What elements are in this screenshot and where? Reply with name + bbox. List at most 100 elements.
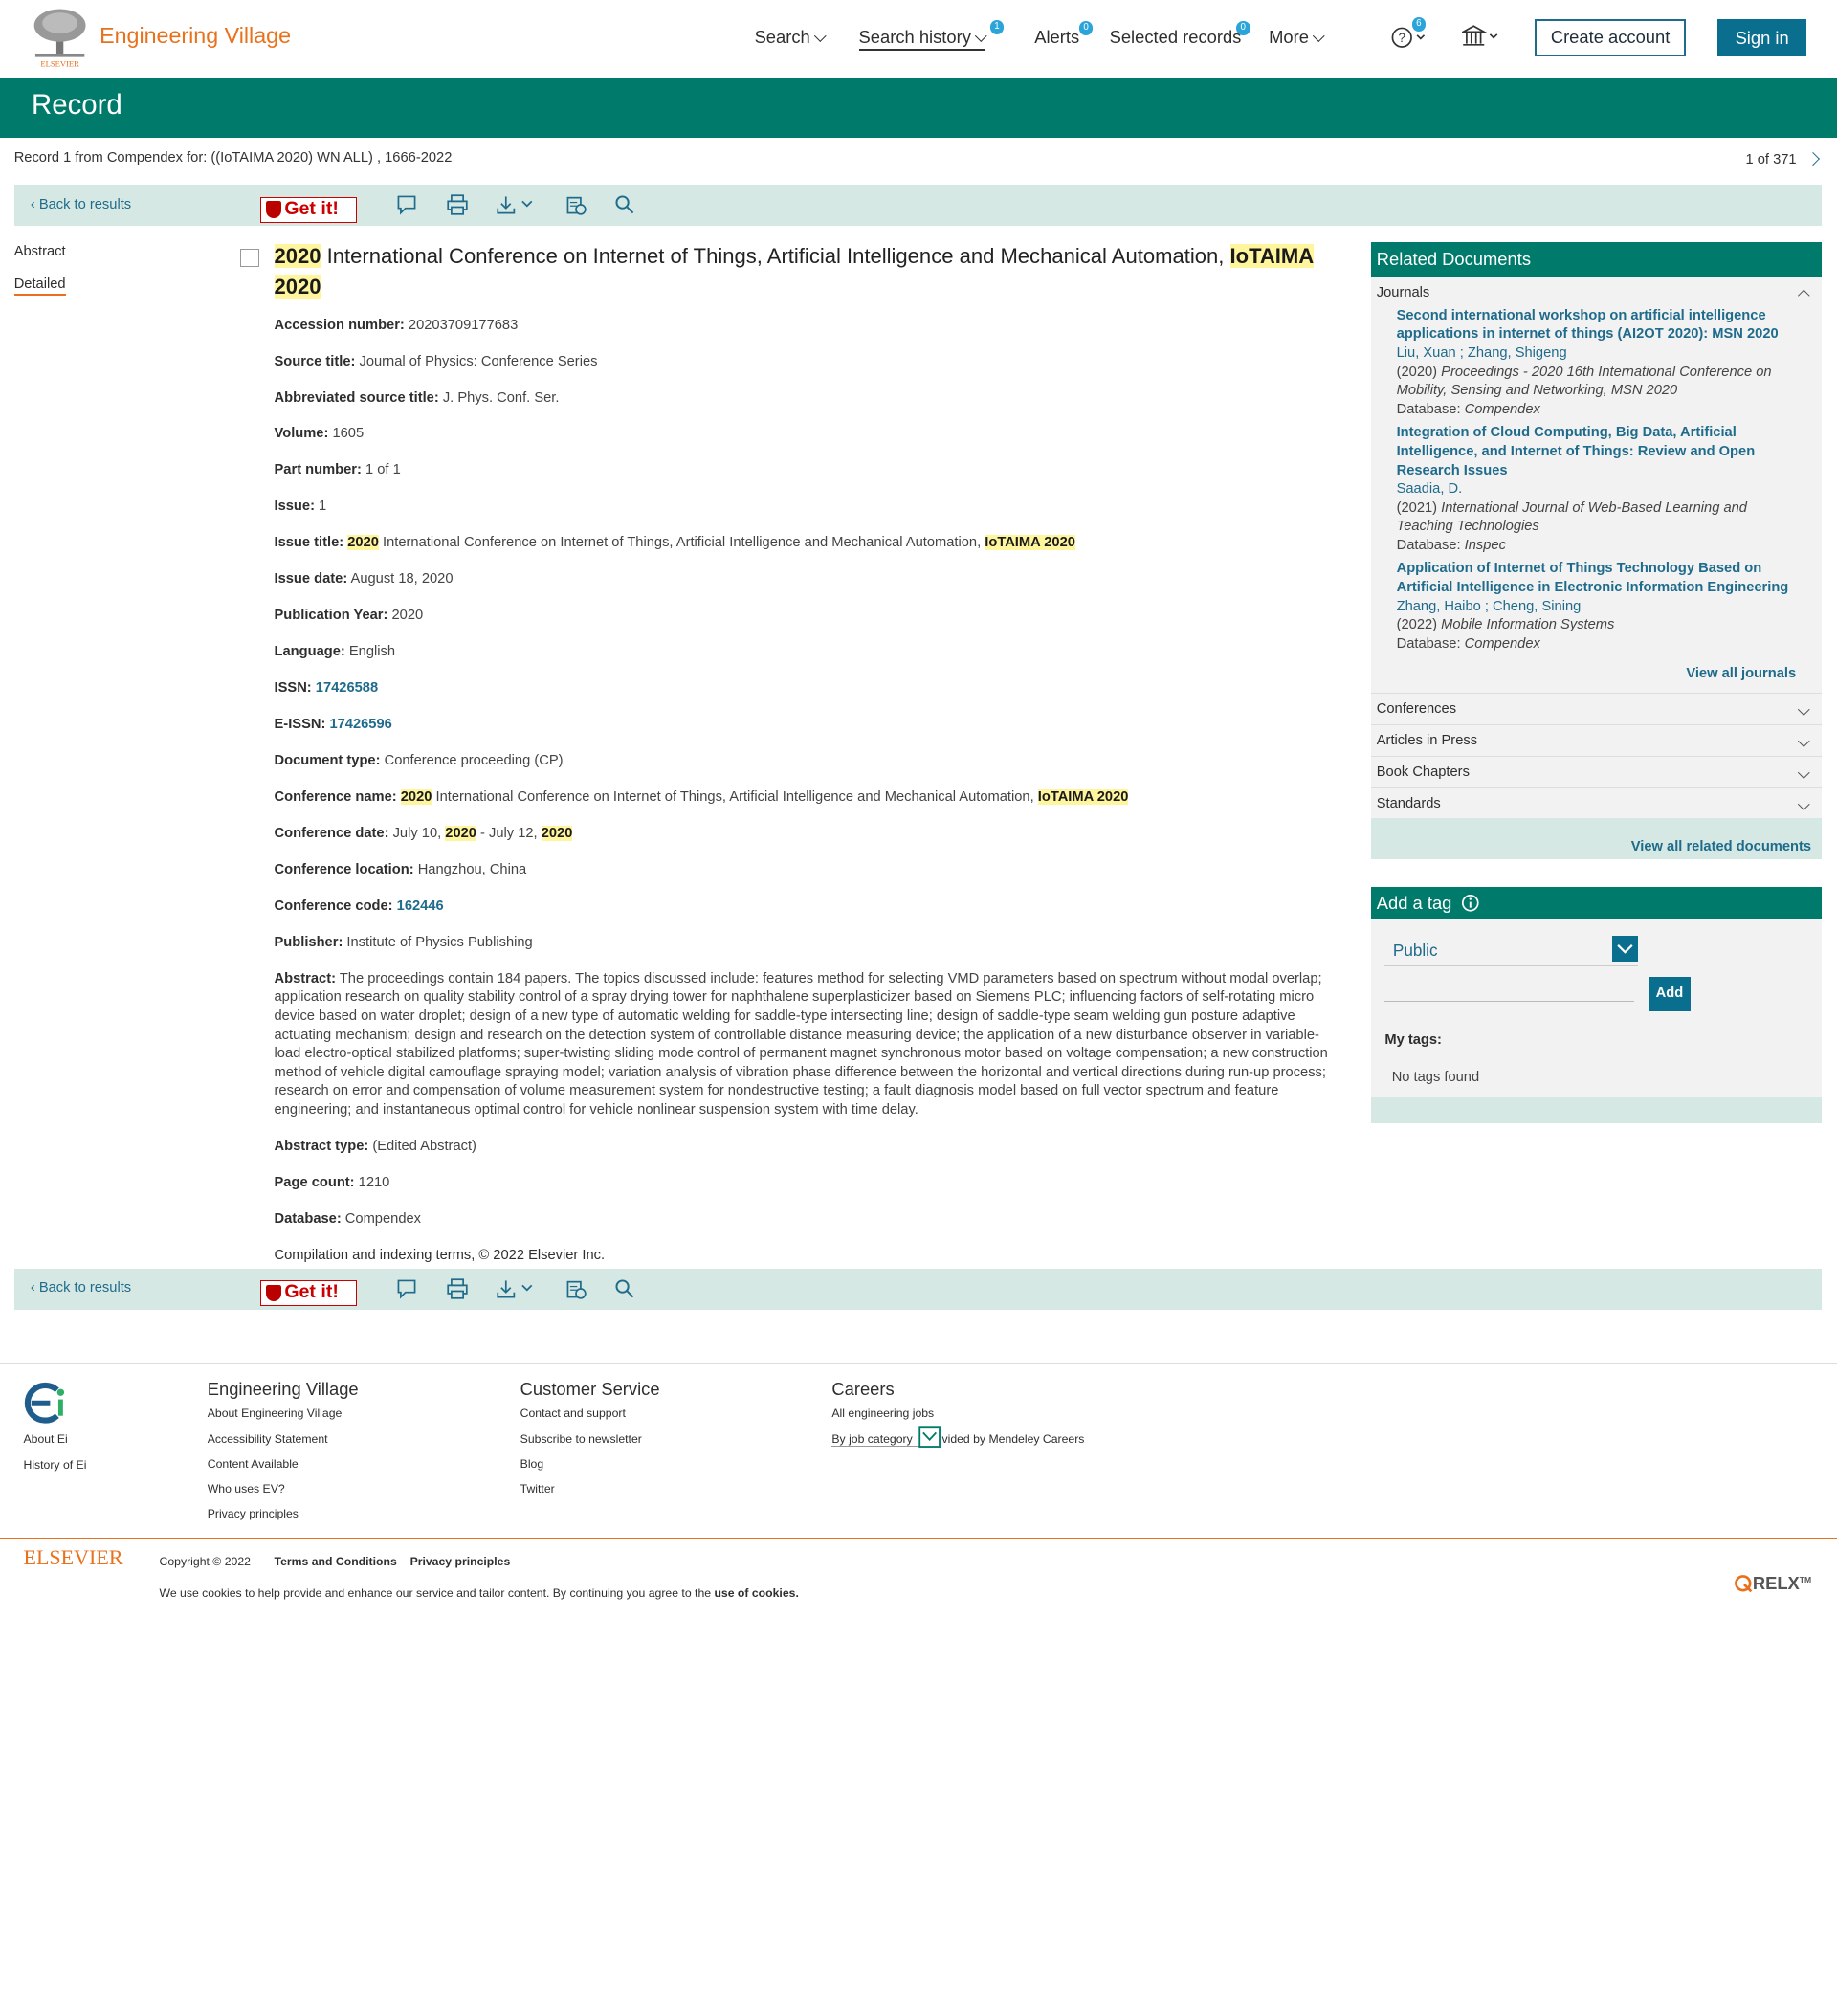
nav-alerts[interactable]: Alerts [1034,27,1079,48]
footer-link[interactable]: All engineering jobs [831,1407,934,1420]
conference-location: Conference location: Hangzhou, China [274,861,527,877]
journals-section-toggle[interactable]: Journals [1371,277,1822,307]
history-ei-link[interactable]: History of Ei [23,1458,86,1472]
related-authors[interactable]: Saadia, D. [1397,480,1797,499]
part-number: Part number: 1 of 1 [274,462,401,478]
about-ei-link[interactable]: About Ei [23,1432,86,1446]
elsevier-wordmark[interactable]: ELSEVIER [23,1545,122,1570]
book-chapters-toggle[interactable]: Book Chapters [1370,757,1823,788]
comment-icon[interactable] [396,194,417,215]
footer-link[interactable]: Twitter [520,1482,660,1495]
brand-title[interactable]: Engineering Village [100,23,291,49]
conferences-section-toggle[interactable]: Conferences [1370,692,1823,725]
save-to-folder-icon[interactable] [565,194,587,215]
add-tag-heading: Add a tag [1370,886,1823,920]
add-tag-panel: Add a tag Public Add My tags: No tags fo… [1370,886,1823,1124]
print-icon[interactable] [446,1278,468,1299]
related-documents-panel: Related Documents Journals Second intern… [1370,242,1823,860]
detailed-tab[interactable]: Detailed [13,277,66,297]
related-journal-item: Second international workshop on artific… [1371,307,1822,420]
download-icon[interactable] [497,1278,539,1299]
footer-ev-column: Engineering Village About Engineering Vi… [208,1379,359,1533]
create-account-button[interactable]: Create account [1535,18,1687,56]
tag-visibility-select[interactable]: Public [1384,934,1638,967]
conference-code: Conference code: 162446 [274,897,444,914]
related-authors[interactable]: Liu, Xuan ; Zhang, Shigeng [1397,344,1797,364]
site-footer: About Ei History of Ei Engineering Villa… [0,1363,1837,1538]
elsevier-small-label: ELSEVIER [40,59,79,68]
footer-link[interactable]: Subscribe to newsletter [520,1432,660,1446]
chevron-down-icon[interactable] [918,1426,941,1449]
footer-cs-heading: Customer Service [520,1379,660,1399]
institution-menu[interactable] [1460,24,1502,54]
footer-link[interactable]: Content Available [208,1457,359,1471]
articles-in-press-toggle[interactable]: Articles in Press [1370,725,1823,757]
chevron-right-icon[interactable] [1805,152,1820,166]
related-title-link[interactable]: Application of Internet of Things Techno… [1397,560,1797,597]
nav-more[interactable]: More [1269,27,1325,48]
svg-text:?: ? [1399,31,1405,45]
download-icon[interactable] [497,194,539,215]
standards-toggle[interactable]: Standards [1371,788,1822,819]
comment-icon[interactable] [396,1278,417,1299]
ei-logo[interactable] [22,1381,69,1426]
institution-icon [1460,24,1498,46]
chevron-down-icon [1313,30,1325,42]
get-it-button[interactable]: Get it! [259,1280,358,1307]
select-record-checkbox[interactable] [240,248,259,268]
page-title: Record [32,89,122,122]
privacy-link[interactable]: Privacy principles [410,1555,511,1568]
view-all-journals-link[interactable]: View all journals [1371,658,1822,693]
related-title-link[interactable]: Integration of Cloud Computing, Big Data… [1397,424,1797,480]
record-toolbar-top: ‹ Back to results Get it! [13,185,1823,227]
job-category-select[interactable]: By job category [831,1431,922,1447]
search-icon[interactable] [614,194,635,215]
footer-link[interactable]: Blog [520,1457,660,1471]
record-pager[interactable]: 1 of 371 [1746,152,1820,167]
search-icon[interactable] [614,1278,635,1299]
sign-in-button[interactable]: Sign in [1717,18,1807,56]
language: Language: English [274,644,396,660]
nav-selected-records[interactable]: Selected records [1110,27,1242,48]
conference-date: Conference date: July 10, 2020 - July 12… [274,825,573,841]
footer-link[interactable]: About Engineering Village [208,1407,359,1420]
record-query-line: Record 1 from Compendex for: ((IoTAIMA 2… [13,149,453,166]
tag-panel-footer [1370,1097,1823,1124]
elsevier-tree-logo[interactable]: ELSEVIER [31,7,89,68]
related-authors[interactable]: Zhang, Haibo ; Cheng, Sining [1397,598,1797,617]
tag-input[interactable] [1384,978,1635,1002]
shield-icon [265,201,281,218]
eissn-link[interactable]: 17426596 [329,717,391,732]
info-icon[interactable] [1461,894,1480,913]
nav-search[interactable]: Search [755,27,827,48]
footer-link[interactable]: Who uses EV? [208,1482,359,1495]
issn: ISSN: 17426588 [274,680,379,697]
print-icon[interactable] [446,194,468,215]
issn-link[interactable]: 17426588 [316,680,378,696]
back-to-results-link[interactable]: ‹ Back to results [31,1280,131,1296]
conference-code-link[interactable]: 162446 [397,898,444,914]
use-of-cookies-link[interactable]: use of cookies. [714,1586,798,1600]
footer-link[interactable]: Privacy principles [208,1507,359,1520]
mendeley-careers-text: vided by Mendeley Careers [941,1431,1085,1446]
nav-search-history[interactable]: Search history [858,27,987,52]
chevron-down-icon [1798,766,1810,779]
back-to-results-link[interactable]: ‹ Back to results [31,197,131,212]
related-title-link[interactable]: Second international workshop on artific… [1397,307,1797,344]
related-documents-heading: Related Documents [1370,242,1823,277]
footer-link[interactable]: Contact and support [520,1407,660,1420]
save-to-folder-icon[interactable] [565,1278,587,1299]
publisher: Publisher: Institute of Physics Publishi… [274,934,533,950]
terms-link[interactable]: Terms and Conditions [275,1555,397,1568]
get-it-button[interactable]: Get it! [259,196,358,223]
add-tag-button[interactable]: Add [1648,977,1691,1011]
publication-year: Publication Year: 2020 [274,608,424,624]
selected-records-badge: 0 [1235,21,1250,35]
volume: Volume: 1605 [274,426,365,442]
chevron-down-icon [814,30,827,42]
footer-link[interactable]: Accessibility Statement [208,1432,359,1446]
relx-logo[interactable]: RELXTM [1734,1573,1811,1594]
abstract-tab[interactable]: Abstract [14,244,66,259]
chevron-down-icon[interactable] [1611,936,1638,963]
view-all-related-link[interactable]: View all related documents [1370,818,1823,860]
